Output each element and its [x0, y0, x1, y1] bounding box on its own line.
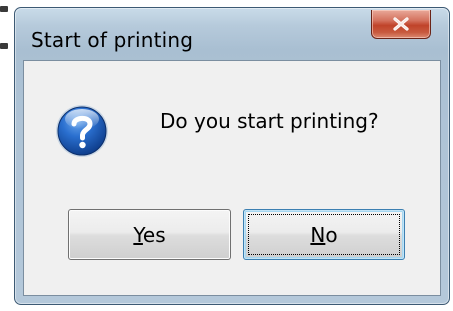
- dialog-title: Start of printing: [31, 28, 194, 52]
- no-button[interactable]: No: [243, 209, 405, 260]
- background-text-fragment: [0, 6, 8, 12]
- no-button-label: No: [310, 222, 338, 247]
- yes-button[interactable]: Yes: [68, 209, 231, 260]
- question-icon: [56, 105, 108, 157]
- background-page-edge: [0, 0, 14, 311]
- title-bar[interactable]: Start of printing: [15, 8, 449, 60]
- background-text-fragment: [0, 43, 8, 49]
- close-icon: [393, 17, 409, 31]
- dialog-message: Do you start printing?: [160, 109, 379, 133]
- yes-button-label: Yes: [133, 222, 166, 247]
- dialog-window: Start of printing Do you start printing?…: [14, 7, 450, 305]
- dialog-body: Do you start printing? Yes No: [23, 60, 441, 296]
- screen: Start of printing Do you start printing?…: [0, 0, 453, 311]
- close-button[interactable]: [371, 10, 431, 39]
